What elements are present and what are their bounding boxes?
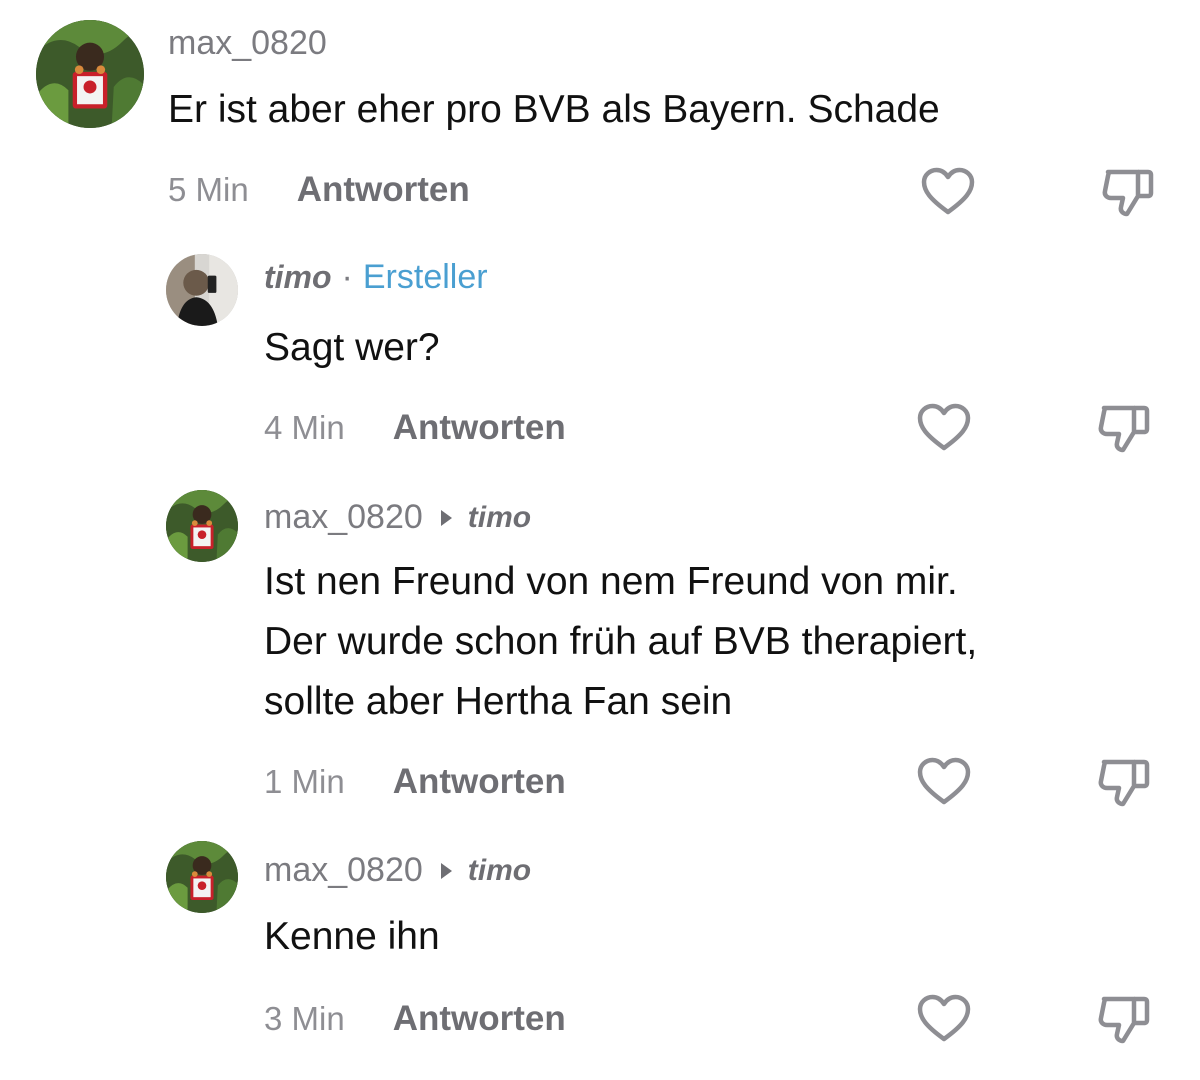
- comment-item: max_0820 timo Ist nen Freund von nem Fre…: [0, 480, 1200, 835]
- reply-target[interactable]: timo: [468, 501, 531, 535]
- comment-line: sollte aber Hertha Fan sein: [264, 680, 733, 723]
- thumbs-down-icon: [1098, 996, 1150, 1044]
- heart-outline-icon: [917, 994, 971, 1042]
- comment-time: 1 Min: [264, 763, 345, 800]
- reply-button[interactable]: Antworten: [393, 408, 566, 448]
- comment-line: Der wurde schon früh auf BVB therapiert,: [264, 620, 978, 663]
- comment-username: timo · Ersteller: [264, 258, 488, 297]
- avatar-image: [166, 490, 238, 562]
- reply-button[interactable]: Antworten: [297, 170, 470, 210]
- like-button[interactable]: [914, 991, 974, 1047]
- username-link[interactable]: timo: [264, 259, 332, 296]
- avatar[interactable]: [166, 490, 238, 562]
- comment-thread: max_0820 Er ist aber eher pro BVB als Ba…: [0, 0, 1200, 1080]
- dislike-button[interactable]: [1094, 400, 1154, 456]
- comment-item: timo · Ersteller Sagt wer? 4 Min Antwort…: [0, 240, 1200, 480]
- separator: ·: [341, 258, 353, 296]
- like-button[interactable]: [914, 754, 974, 810]
- avatar[interactable]: [166, 254, 238, 326]
- comment-time: 5 Min: [168, 171, 249, 208]
- dislike-button[interactable]: [1098, 164, 1158, 220]
- comment-username[interactable]: max_0820: [168, 24, 327, 63]
- username-link[interactable]: max_0820: [168, 24, 327, 63]
- comment-meta: 5 Min Antworten: [168, 170, 470, 210]
- username-link[interactable]: max_0820: [264, 498, 423, 537]
- comment-text: Ist nen Freund von nem Freund von mir. D…: [264, 552, 977, 732]
- comment-meta: 1 Min Antworten: [264, 762, 566, 802]
- comment-username: max_0820 timo: [264, 851, 531, 890]
- dislike-button[interactable]: [1094, 991, 1154, 1047]
- heart-outline-icon: [917, 757, 971, 805]
- like-button[interactable]: [914, 400, 974, 456]
- like-button[interactable]: [918, 164, 978, 220]
- comment-time: 4 Min: [264, 409, 345, 446]
- avatar[interactable]: [166, 841, 238, 913]
- reply-button[interactable]: Antworten: [393, 999, 566, 1039]
- avatar[interactable]: [36, 20, 144, 128]
- comment-meta: 4 Min Antworten: [264, 408, 566, 448]
- avatar-image: [166, 841, 238, 913]
- dislike-button[interactable]: [1094, 754, 1154, 810]
- reply-button[interactable]: Antworten: [393, 762, 566, 802]
- username-link[interactable]: max_0820: [264, 851, 423, 890]
- comment-time: 3 Min: [264, 1000, 345, 1037]
- thumbs-down-icon: [1102, 169, 1154, 217]
- avatar-image: [166, 254, 238, 326]
- comment-text: Sagt wer?: [264, 326, 440, 369]
- heart-outline-icon: [917, 403, 971, 451]
- reply-target[interactable]: timo: [468, 854, 531, 888]
- comment-text: Kenne ihn: [264, 915, 440, 958]
- reply-arrow-icon: [440, 862, 452, 879]
- avatar-image: [36, 20, 144, 128]
- thumbs-down-icon: [1098, 759, 1150, 807]
- reply-arrow-icon: [440, 509, 452, 526]
- comment-item: max_0820 timo Kenne ihn 3 Min Antworten: [0, 835, 1200, 1080]
- comment-username: max_0820 timo: [264, 498, 531, 537]
- comment-text: Er ist aber eher pro BVB als Bayern. Sch…: [168, 88, 940, 131]
- comment-line: Ist nen Freund von nem Freund von mir.: [264, 560, 958, 603]
- comment-meta: 3 Min Antworten: [264, 999, 566, 1039]
- creator-badge: Ersteller: [362, 258, 488, 296]
- thumbs-down-icon: [1098, 405, 1150, 453]
- heart-outline-icon: [921, 167, 975, 215]
- comment-item: max_0820 Er ist aber eher pro BVB als Ba…: [0, 0, 1200, 240]
